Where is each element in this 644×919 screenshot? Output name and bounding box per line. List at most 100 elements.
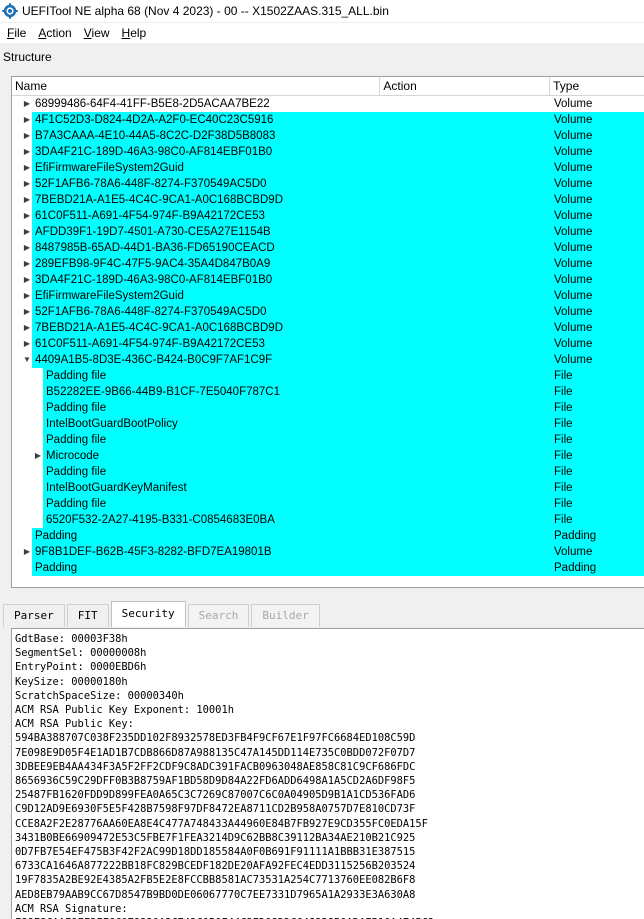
row-name: Microcode [46, 450, 100, 462]
tree-row[interactable]: 6520F532-2A27-4195-B331-C0854683E0BA File [12, 512, 644, 528]
tree-row[interactable]: ▼ 4409A1B5-8D3E-436C-B424-B0C9F7AF1C9F Vol… [12, 352, 644, 368]
tree-row[interactable]: Padding file File [12, 496, 644, 512]
tree-row[interactable]: ▶ 8487985B-65AD-44D1-BA36-FD65190CEACD Vol… [12, 240, 644, 256]
tree-row[interactable]: ▶ 7BEBD21A-A1E5-4C4C-9CA1-A0C168BCBD9D Vol… [12, 320, 644, 336]
tree-row[interactable]: Padding file File [12, 368, 644, 384]
tree-row[interactable]: ▶ Microcode File [12, 448, 644, 464]
row-type: Volume [554, 178, 593, 190]
tree-row[interactable]: B52282EE-9B66-44B9-B1CF-7E5040F787C1 File [12, 384, 644, 400]
row-name: 3DA4F21C-189D-46A3-98C0-AF814EBF01B0 [35, 274, 273, 286]
tree-row[interactable]: ▶ 52F1AFB6-78A6-448F-8274-F370549AC5D0 Vol… [12, 304, 644, 320]
chevron-right-icon[interactable]: ▶ [22, 112, 32, 128]
row-type: Padding [554, 530, 597, 542]
info-line: ACM RSA Public Key: [15, 718, 134, 731]
column-header-action[interactable]: Action [380, 77, 551, 95]
chevron-right-icon[interactable]: ▶ [22, 176, 32, 192]
chevron-right-icon[interactable]: ▶ [22, 192, 32, 208]
menu-view[interactable]: View [77, 26, 115, 40]
tree-row[interactable]: Padding Padding [12, 560, 644, 576]
row-name: 289EFB98-9F4C-47F5-9AC4-35A4D847B0A9 [35, 258, 271, 270]
row-name: 8487985B-65AD-44D1-BA36-FD65190CEACD [35, 242, 275, 254]
row-type: File [554, 434, 573, 446]
chevron-right-icon[interactable]: ▶ [22, 336, 32, 352]
row-name: 9F8B1DEF-B62B-45F3-8282-BFD7EA19801B [35, 546, 272, 558]
info-line: ScratchSpaceSize: 00000340h [15, 689, 184, 702]
row-name: Padding file [46, 434, 107, 446]
menu-help[interactable]: Help [115, 26, 152, 40]
chevron-right-icon[interactable]: ▶ [22, 256, 32, 272]
info-line: 19F7835A2BE92E4385A2FB5E2E8FCCBB8581AC73… [15, 874, 416, 887]
tree-row[interactable]: ▶ EfiFirmwareFileSystem2Guid Volume [12, 288, 644, 304]
title-bar: UEFITool NE alpha 68 (Nov 4 2023) - 00 -… [0, 0, 644, 22]
row-type: File [554, 370, 573, 382]
row-name: Padding [35, 530, 78, 542]
column-header-name[interactable]: Name [12, 77, 381, 95]
tree-row[interactable]: ▶ 7BEBD21A-A1E5-4C4C-9CA1-A0C168BCBD9D Vol… [12, 192, 644, 208]
info-text-panel[interactable]: GdtBase: 00003F38h SegmentSel: 00000008h E… [11, 628, 644, 919]
tree-row[interactable]: Padding file File [12, 400, 644, 416]
tree-row[interactable]: ▶ 3DA4F21C-189D-46A3-98C0-AF814EBF01B0 Vol… [12, 144, 644, 160]
tree-row[interactable]: ▶ 4F1C52D3-D824-4D2A-A2F0-EC40C23C5916 Vol… [12, 112, 644, 128]
window-title: UEFITool NE alpha 68 (Nov 4 2023) - 00 -… [22, 4, 389, 18]
tree-row[interactable]: Padding Padding [12, 528, 644, 544]
row-type: Volume [554, 210, 593, 222]
chevron-right-icon[interactable]: ▶ [22, 240, 32, 256]
row-name: B7A3CAAA-4E10-44A5-8C2C-D2F38D5B8083 [35, 130, 276, 142]
row-type: File [554, 482, 573, 494]
info-line: EntryPoint: 0000EBD6h [15, 661, 147, 674]
tab-security[interactable]: Security [110, 601, 186, 627]
chevron-right-icon[interactable]: ▶ [22, 272, 32, 288]
tree-row[interactable]: IntelBootGuardBootPolicy File [12, 416, 644, 432]
info-line: 3431B0BE66909472E53C5FBE7F1FEA3214D9C62B… [15, 831, 416, 844]
row-type: Padding [554, 562, 597, 574]
app-gear-icon [2, 3, 18, 19]
chevron-down-icon[interactable]: ▼ [22, 352, 32, 368]
tab-parser[interactable]: Parser [3, 604, 65, 627]
tree-row[interactable]: IntelBootGuardKeyManifest File [12, 480, 644, 496]
tree-row[interactable]: Padding file File [12, 464, 644, 480]
tab-fit[interactable]: FIT [66, 604, 109, 627]
chevron-right-icon[interactable]: ▶ [22, 304, 32, 320]
chevron-right-icon[interactable]: ▶ [22, 96, 32, 112]
tree-row[interactable]: ▶ B7A3CAAA-4E10-44A5-8C2C-D2F38D5B8083 Vol… [12, 128, 644, 144]
row-name: 7BEBD21A-A1E5-4C4C-9CA1-A0C168BCBD9D [35, 322, 284, 334]
chevron-right-icon[interactable]: ▶ [22, 160, 32, 176]
tree-row[interactable]: ▶ 3DA4F21C-189D-46A3-98C0-AF814EBF01B0 Vol… [12, 272, 644, 288]
row-name: 7BEBD21A-A1E5-4C4C-9CA1-A0C168BCBD9D [35, 194, 284, 206]
row-type: File [554, 418, 573, 430]
tree-row[interactable]: ▶ 68999486-64F4-41FF-B5E8-2D5ACAA7BE22 Vol… [12, 96, 644, 112]
menu-file[interactable]: File [0, 26, 31, 40]
row-name: B52282EE-9B66-44B9-B1CF-7E5040F787C1 [46, 386, 280, 398]
row-type: File [554, 450, 573, 462]
row-type: File [554, 402, 573, 414]
chevron-right-icon[interactable]: ▶ [22, 544, 32, 560]
info-line: C9D12AD9E6930F5E5F428B7598F97DF8472EA871… [15, 803, 416, 816]
tree-row[interactable]: Padding file File [12, 432, 644, 448]
tree-row[interactable]: ▶ 52F1AFB6-78A6-448F-8274-F370549AC5D0 Vol… [12, 176, 644, 192]
chevron-right-icon[interactable]: ▶ [33, 448, 43, 464]
tree-row[interactable]: ▶ 289EFB98-9F4C-47F5-9AC4-35A4D847B0A9 Vol… [12, 256, 644, 272]
structure-tree[interactable]: Name Action Type ▶ 68999486-64F4-41FF-B5E… [11, 76, 644, 588]
tree-row[interactable]: ▶ 61C0F511-A691-4F54-974F-B9A42172CE53 Vol… [12, 208, 644, 224]
chevron-right-icon[interactable]: ▶ [22, 208, 32, 224]
row-highlight [32, 528, 644, 544]
row-name: Padding [35, 562, 78, 574]
tree-row[interactable]: ▶ AFDD39F1-19D7-4501-A730-CE5A27E1154B Vol… [12, 224, 644, 240]
chevron-right-icon[interactable]: ▶ [22, 128, 32, 144]
tree-row[interactable]: ▶ 9F8B1DEF-B62B-45F3-8282-BFD7EA19801B Vol… [12, 544, 644, 560]
menu-action[interactable]: Action [31, 26, 76, 40]
row-name: 3DA4F21C-189D-46A3-98C0-AF814EBF01B0 [35, 146, 273, 158]
chevron-right-icon[interactable]: ▶ [22, 224, 32, 240]
chevron-right-icon[interactable]: ▶ [22, 144, 32, 160]
row-name: Padding file [46, 402, 107, 414]
info-line: ACM RSA Public Key Exponent: 10001h [15, 704, 234, 717]
chevron-right-icon[interactable]: ▶ [22, 288, 32, 304]
row-type: Volume [554, 98, 593, 110]
tree-row[interactable]: ▶ 61C0F511-A691-4F54-974F-B9A42172CE53 Vol… [12, 336, 644, 352]
chevron-right-icon[interactable]: ▶ [22, 320, 32, 336]
info-line: 25487FB1620FDD9D899FEA0A65C3C7269C87007C… [15, 789, 416, 802]
column-header-type[interactable]: Type [550, 77, 644, 95]
row-type: Volume [554, 226, 593, 238]
row-type: Volume [554, 242, 593, 254]
tree-row[interactable]: ▶ EfiFirmwareFileSystem2Guid Volume [12, 160, 644, 176]
